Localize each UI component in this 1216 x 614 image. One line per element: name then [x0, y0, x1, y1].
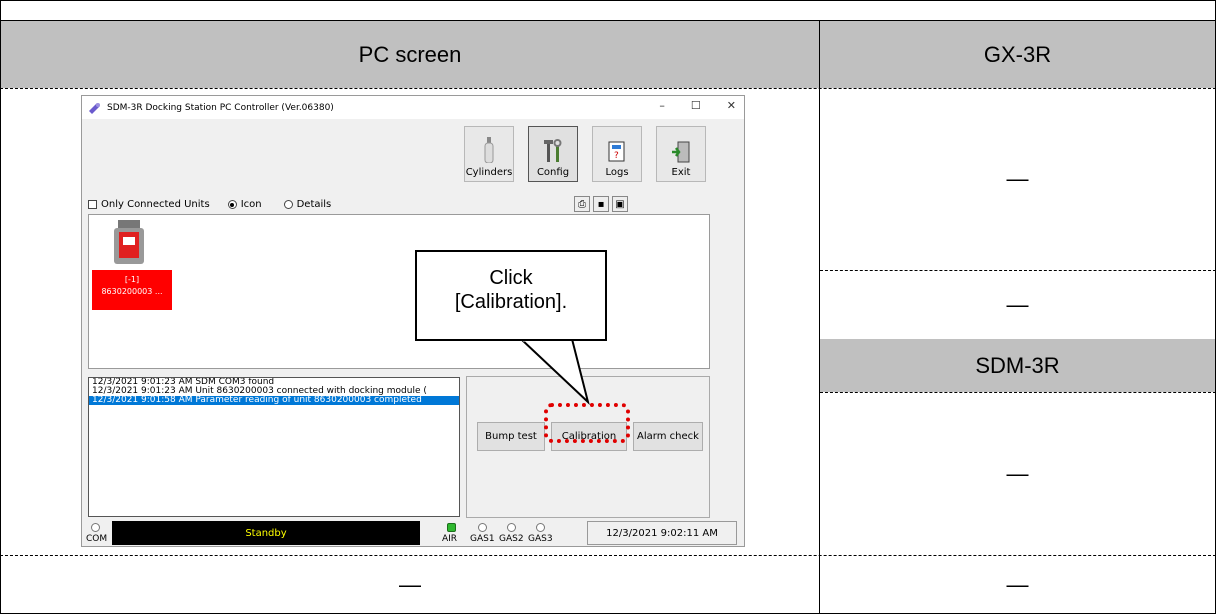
cylinder-icon: [484, 137, 494, 163]
air-indicator: [447, 523, 456, 532]
gx3r-cell-2: —: [1006, 292, 1029, 317]
gas-detector-icon: [114, 220, 144, 264]
calibration-highlight: [544, 403, 630, 443]
app-window: SDM-3R Docking Station PC Controller (Ve…: [81, 95, 745, 547]
unit-label: [-1] 8630200003 ...: [92, 270, 172, 310]
details-radio-label: Details: [296, 199, 332, 210]
com-label: COM: [86, 534, 108, 544]
clipboard-icon[interactable]: ▣: [612, 196, 628, 212]
gas3-indicator: [536, 523, 545, 532]
com-indicator: [91, 523, 100, 532]
save-icon[interactable]: ▪: [593, 196, 609, 212]
alarm-check-button[interactable]: Alarm check: [633, 422, 703, 451]
gas1-label: GAS1: [470, 534, 495, 544]
gas1-indicator: [478, 523, 487, 532]
callout-line-2: [Calibration].: [454, 291, 568, 313]
cylinders-label: Cylinders: [465, 167, 513, 178]
sdm-divider: [820, 392, 1216, 393]
sdm3r-cell: —: [1006, 461, 1029, 486]
pc-bottom-cell: —: [399, 572, 421, 597]
unit-id: [-1]: [124, 275, 140, 284]
units-panel: [-1] 8630200003 ...: [88, 214, 710, 369]
standby-display: Standby: [112, 521, 420, 545]
header-gx3r: GX-3R: [820, 21, 1215, 88]
unit-serial: 8630200003 ...: [101, 287, 163, 296]
minimize-icon[interactable]: –: [659, 99, 665, 112]
log-list[interactable]: 12/3/2021 9:01:23 AM SDM COM3 found 12/3…: [88, 377, 460, 517]
gx3r-cell-1: —: [1006, 166, 1029, 191]
gx3r-divider: [820, 270, 1216, 271]
details-radio[interactable]: [283, 200, 293, 209]
gas2-label: GAS2: [499, 534, 524, 544]
header-pc-screen: PC screen: [1, 21, 819, 88]
print-icon[interactable]: ⎙: [574, 196, 590, 212]
actions-panel: Bump test Calibration Alarm check: [466, 376, 710, 518]
status-bar: COM Standby AIR GAS1 GAS2 GAS3 12/3/2021…: [82, 519, 744, 547]
view-options: Only Connected Units Icon Details: [88, 199, 331, 210]
air-label: AIR: [442, 534, 458, 544]
logs-label: Logs: [605, 167, 629, 178]
gx3r-bottom-cell: —: [1006, 572, 1029, 597]
maximize-icon[interactable]: ☐: [691, 99, 701, 112]
cylinders-button[interactable]: Cylinders: [464, 126, 514, 182]
log-book-icon: ?: [608, 141, 625, 162]
app-icon: [89, 102, 100, 114]
exit-label: Exit: [671, 167, 691, 178]
bump-test-button[interactable]: Bump test: [477, 422, 545, 451]
exit-door-icon: [672, 141, 690, 163]
gas3-label: GAS3: [528, 534, 553, 544]
exit-button[interactable]: Exit: [656, 126, 706, 182]
row-divider: [0, 88, 1216, 89]
bottom-divider: [0, 555, 1216, 556]
config-label: Config: [536, 167, 570, 178]
log-entry-selected[interactable]: 12/3/2021 9:01:58 AM Parameter reading o…: [89, 396, 459, 405]
icon-radio[interactable]: [227, 200, 237, 209]
close-icon[interactable]: ✕: [727, 99, 736, 112]
logs-button[interactable]: ? Logs: [592, 126, 642, 182]
header-sdm3r: SDM-3R: [820, 339, 1215, 392]
icon-radio-label: Icon: [240, 199, 262, 210]
instruction-callout: Click [Calibration].: [415, 250, 607, 341]
callout-line-1: Click: [489, 267, 533, 289]
svg-text:?: ?: [614, 151, 619, 161]
status-timestamp: 12/3/2021 9:02:11 AM: [587, 521, 737, 545]
window-title: SDM-3R Docking Station PC Controller (Ve…: [107, 102, 334, 113]
gas2-indicator: [507, 523, 516, 532]
tools-icon: [544, 139, 562, 162]
config-button[interactable]: Config: [528, 126, 578, 182]
only-connected-checkbox[interactable]: [88, 200, 97, 209]
only-connected-label: Only Connected Units: [101, 199, 210, 210]
title-bar: SDM-3R Docking Station PC Controller (Ve…: [82, 96, 744, 119]
